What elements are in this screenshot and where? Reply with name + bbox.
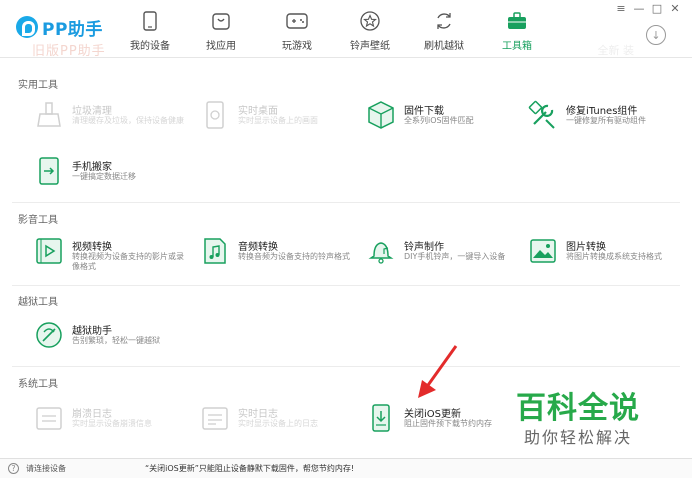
nav-label: 玩游戏 <box>282 41 312 52</box>
image-file-icon <box>528 236 558 266</box>
tool-name: 崩溃日志 <box>72 409 112 420</box>
tool-name: 越狱助手 <box>72 326 112 337</box>
nav-toolbox[interactable]: 工具箱 <box>500 10 534 52</box>
phone-download-icon <box>366 403 396 433</box>
nav-ringtones-wallpapers[interactable]: 铃声壁纸 <box>348 10 392 52</box>
phone-icon <box>139 10 161 32</box>
tool-image-convert[interactable]: 图片转换 将图片转换成系统支持格式 <box>528 236 678 272</box>
tool-crash-log[interactable]: 崩溃日志 实时显示设备崩溃信息 <box>34 403 194 439</box>
tool-desc: 实时显示设备崩溃信息 <box>72 419 152 428</box>
tool-ringtone-maker[interactable]: 铃声制作 DIY手机铃声，一键导入设备 <box>366 236 526 272</box>
nav-my-device[interactable]: 我的设备 <box>128 10 172 52</box>
section-divider <box>12 285 680 286</box>
tool-desc: 转换音频为设备支持的铃声格式 <box>238 252 350 261</box>
tool-video-convert[interactable]: 视频转换 转换视频为设备支持的影片或录像格式 <box>34 236 184 272</box>
tool-name: 图片转换 <box>566 242 606 253</box>
red-arrow-annotation <box>418 345 458 398</box>
status-bar: ? 请连接设备 “关闭iOS更新”只能阻止设备静默下载固件，帮您节约内存! <box>0 458 692 478</box>
tool-name: 视频转换 <box>72 242 112 253</box>
app-logo[interactable]: PP助手 <box>16 14 103 40</box>
broom-icon <box>34 100 64 130</box>
close-button[interactable]: ✕ <box>668 2 682 15</box>
tool-desc: 实时显示设备上的日志 <box>238 419 318 428</box>
section-divider <box>12 366 680 367</box>
toolbox-icon <box>506 10 528 32</box>
tool-firmware-download[interactable]: 固件下载 全系列iOS固件匹配 <box>366 100 496 136</box>
tool-repair-itunes[interactable]: 修复iTunes组件 一键修复所有驱动组件 <box>528 100 678 136</box>
section-title-media: 影音工具 <box>18 215 58 226</box>
tool-name: 音频转换 <box>238 242 278 253</box>
wrench-icon <box>528 100 558 130</box>
app-name: PP助手 <box>42 19 103 40</box>
tool-desc: 转换视频为设备支持的影片或录像格式 <box>72 252 184 271</box>
tool-desc: 实时显示设备上的画面 <box>238 116 318 125</box>
nav-label: 工具箱 <box>502 41 532 52</box>
tool-name: 关闭iOS更新 <box>404 409 461 420</box>
phone-screen-icon <box>200 100 230 130</box>
nav-label: 刷机越狱 <box>424 41 464 52</box>
tool-name: 修复iTunes组件 <box>566 106 638 117</box>
crash-log-icon <box>34 403 64 433</box>
tool-desc: 全系列iOS固件匹配 <box>404 116 474 125</box>
tool-name: 铃声制作 <box>404 242 444 253</box>
faded-logo-text: 旧版PP助手 <box>32 44 106 59</box>
live-log-icon <box>200 403 230 433</box>
nav-label: 铃声壁纸 <box>350 41 390 52</box>
tool-name: 垃圾清理 <box>72 106 112 117</box>
watermark-title: 百科全说 <box>516 391 640 426</box>
pp-logo-icon <box>16 16 38 38</box>
section-divider <box>12 202 680 203</box>
tool-live-desktop[interactable]: 实时桌面 实时显示设备上的画面 <box>200 100 330 136</box>
cube-icon <box>366 100 396 130</box>
video-file-icon <box>34 236 64 266</box>
tool-desc: 一键修复所有驱动组件 <box>566 116 646 125</box>
tool-desc: DIY手机铃声，一键导入设备 <box>404 252 506 261</box>
phone-transfer-icon <box>34 156 64 186</box>
refresh-icon <box>433 10 455 32</box>
nav-label: 我的设备 <box>130 41 170 52</box>
tool-name: 实时桌面 <box>238 106 278 117</box>
nav-games[interactable]: 玩游戏 <box>280 10 314 52</box>
tool-audio-convert[interactable]: 音频转换 转换音频为设备支持的铃声格式 <box>200 236 370 272</box>
tool-desc: 将图片转换成系统支持格式 <box>566 252 662 261</box>
nav-label: 找应用 <box>206 41 236 52</box>
section-title-practical: 实用工具 <box>18 80 58 91</box>
nav-find-apps[interactable]: 找应用 <box>204 10 238 52</box>
tool-name: 固件下载 <box>404 106 444 117</box>
minimize-button[interactable]: — <box>632 2 646 15</box>
tool-phone-migration[interactable]: 手机搬家 一键搞定数据迁移 <box>34 156 194 192</box>
tool-name: 手机搬家 <box>72 162 112 173</box>
tool-desc: 告别繁琐，轻松一键越狱 <box>72 336 160 345</box>
section-title-system: 系统工具 <box>18 379 58 390</box>
tool-desc: 清理缓存及垃圾，保持设备健康 <box>72 116 184 125</box>
music-file-icon <box>200 236 230 266</box>
tool-jailbreak-assistant[interactable]: 越狱助手 告别繁琐，轻松一键越狱 <box>34 320 194 356</box>
gamepad-icon <box>286 10 308 32</box>
tool-disable-ios-update[interactable]: 关闭iOS更新 阻止固件预下载节约内存 <box>366 403 516 439</box>
top-bar: PP助手 旧版PP助手 我的设备 找应用 玩游戏 铃声壁纸 刷机越狱 工具箱 ≡… <box>0 0 692 59</box>
tool-desc: 一键搞定数据迁移 <box>72 172 136 181</box>
star-icon <box>359 10 381 32</box>
faded-banner-text: 全新 装 <box>597 44 635 57</box>
bell-icon <box>366 236 396 266</box>
menu-icon[interactable]: ≡ <box>614 2 628 15</box>
section-title-jailbreak: 越狱工具 <box>18 297 58 308</box>
help-icon[interactable]: ? <box>8 463 19 474</box>
tool-desc: 阻止固件预下载节约内存 <box>404 419 492 428</box>
app-bag-icon <box>210 10 232 32</box>
watermark-subtitle: 助你轻松解决 <box>524 428 633 447</box>
tool-name: 实时日志 <box>238 409 278 420</box>
download-icon[interactable]: ↓ <box>646 25 666 45</box>
maximize-button[interactable]: □ <box>650 2 664 15</box>
status-message: “关闭iOS更新”只能阻止设备静默下载固件，帮您节约内存! <box>145 464 355 473</box>
tool-live-log[interactable]: 实时日志 实时显示设备上的日志 <box>200 403 350 439</box>
unlock-circle-icon <box>34 320 64 350</box>
connect-device-text: 请连接设备 <box>26 464 66 473</box>
tool-junk-clean[interactable]: 垃圾清理 清理缓存及垃圾，保持设备健康 <box>34 100 194 136</box>
nav-flash-jailbreak[interactable]: 刷机越狱 <box>422 10 466 52</box>
